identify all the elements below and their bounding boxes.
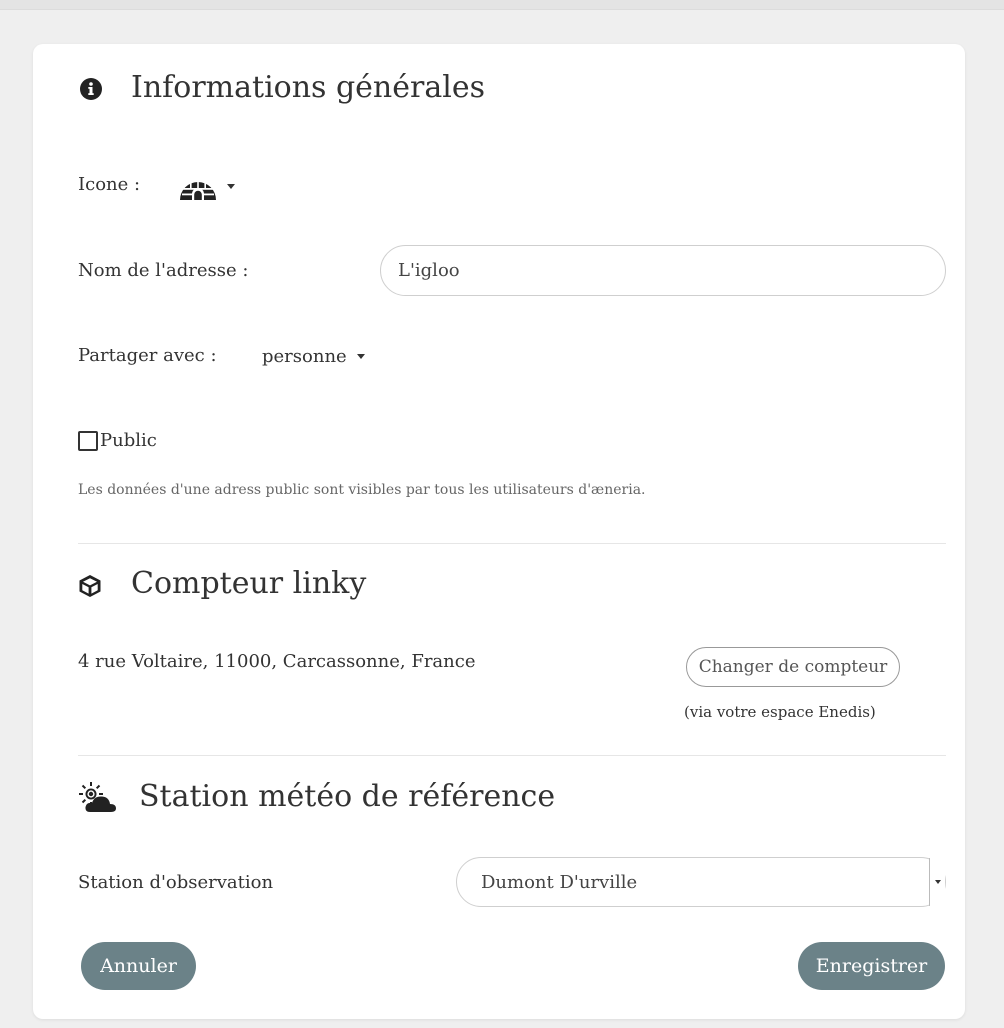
divider: [78, 543, 946, 544]
public-checkbox[interactable]: [78, 430, 98, 451]
change-meter-hint: (via votre espace Enedis): [684, 703, 876, 721]
meter-address: 4 rue Voltaire, 11000, Carcassonne, Fran…: [78, 651, 476, 672]
save-button[interactable]: Enregistrer: [798, 942, 945, 990]
icon-picker[interactable]: [178, 170, 235, 202]
divider: [78, 755, 946, 756]
igloo-icon: [178, 170, 218, 202]
chevron-down-icon: [227, 183, 235, 189]
chevron-down-icon: [934, 880, 941, 884]
address-form-card: Informations générales Icone : Nom de l'…: [33, 44, 965, 1019]
icon-label: Icone :: [78, 174, 141, 195]
public-checkbox-row: Public: [78, 430, 157, 451]
name-label: Nom de l'adresse :: [78, 260, 249, 281]
section-title-general: Informations générales: [131, 70, 485, 105]
name-input-value: L'igloo: [398, 260, 460, 281]
public-checkbox-label: Public: [100, 430, 157, 451]
share-dropdown-value: personne: [262, 346, 347, 367]
cube-icon: [78, 574, 102, 598]
station-select-value: Dumont D'urville: [481, 871, 638, 893]
chevron-down-icon: [356, 354, 365, 359]
top-bar: [0, 0, 1004, 10]
station-label: Station d'observation: [78, 872, 274, 893]
select-arrow[interactable]: [929, 858, 945, 906]
section-title-weather: Station météo de référence: [139, 779, 556, 814]
change-meter-button[interactable]: Changer de compteur: [686, 647, 900, 687]
station-select[interactable]: Dumont D'urville: [456, 857, 946, 907]
share-dropdown[interactable]: personne: [262, 346, 365, 367]
cancel-button[interactable]: Annuler: [81, 942, 196, 990]
cloud-sun-icon: [78, 782, 118, 814]
info-circle-icon: [80, 78, 102, 100]
public-help-text: Les données d'une adress public sont vis…: [78, 482, 646, 498]
name-input[interactable]: L'igloo: [380, 245, 946, 296]
section-title-meter: Compteur linky: [131, 566, 367, 601]
share-label: Partager avec :: [78, 345, 217, 366]
